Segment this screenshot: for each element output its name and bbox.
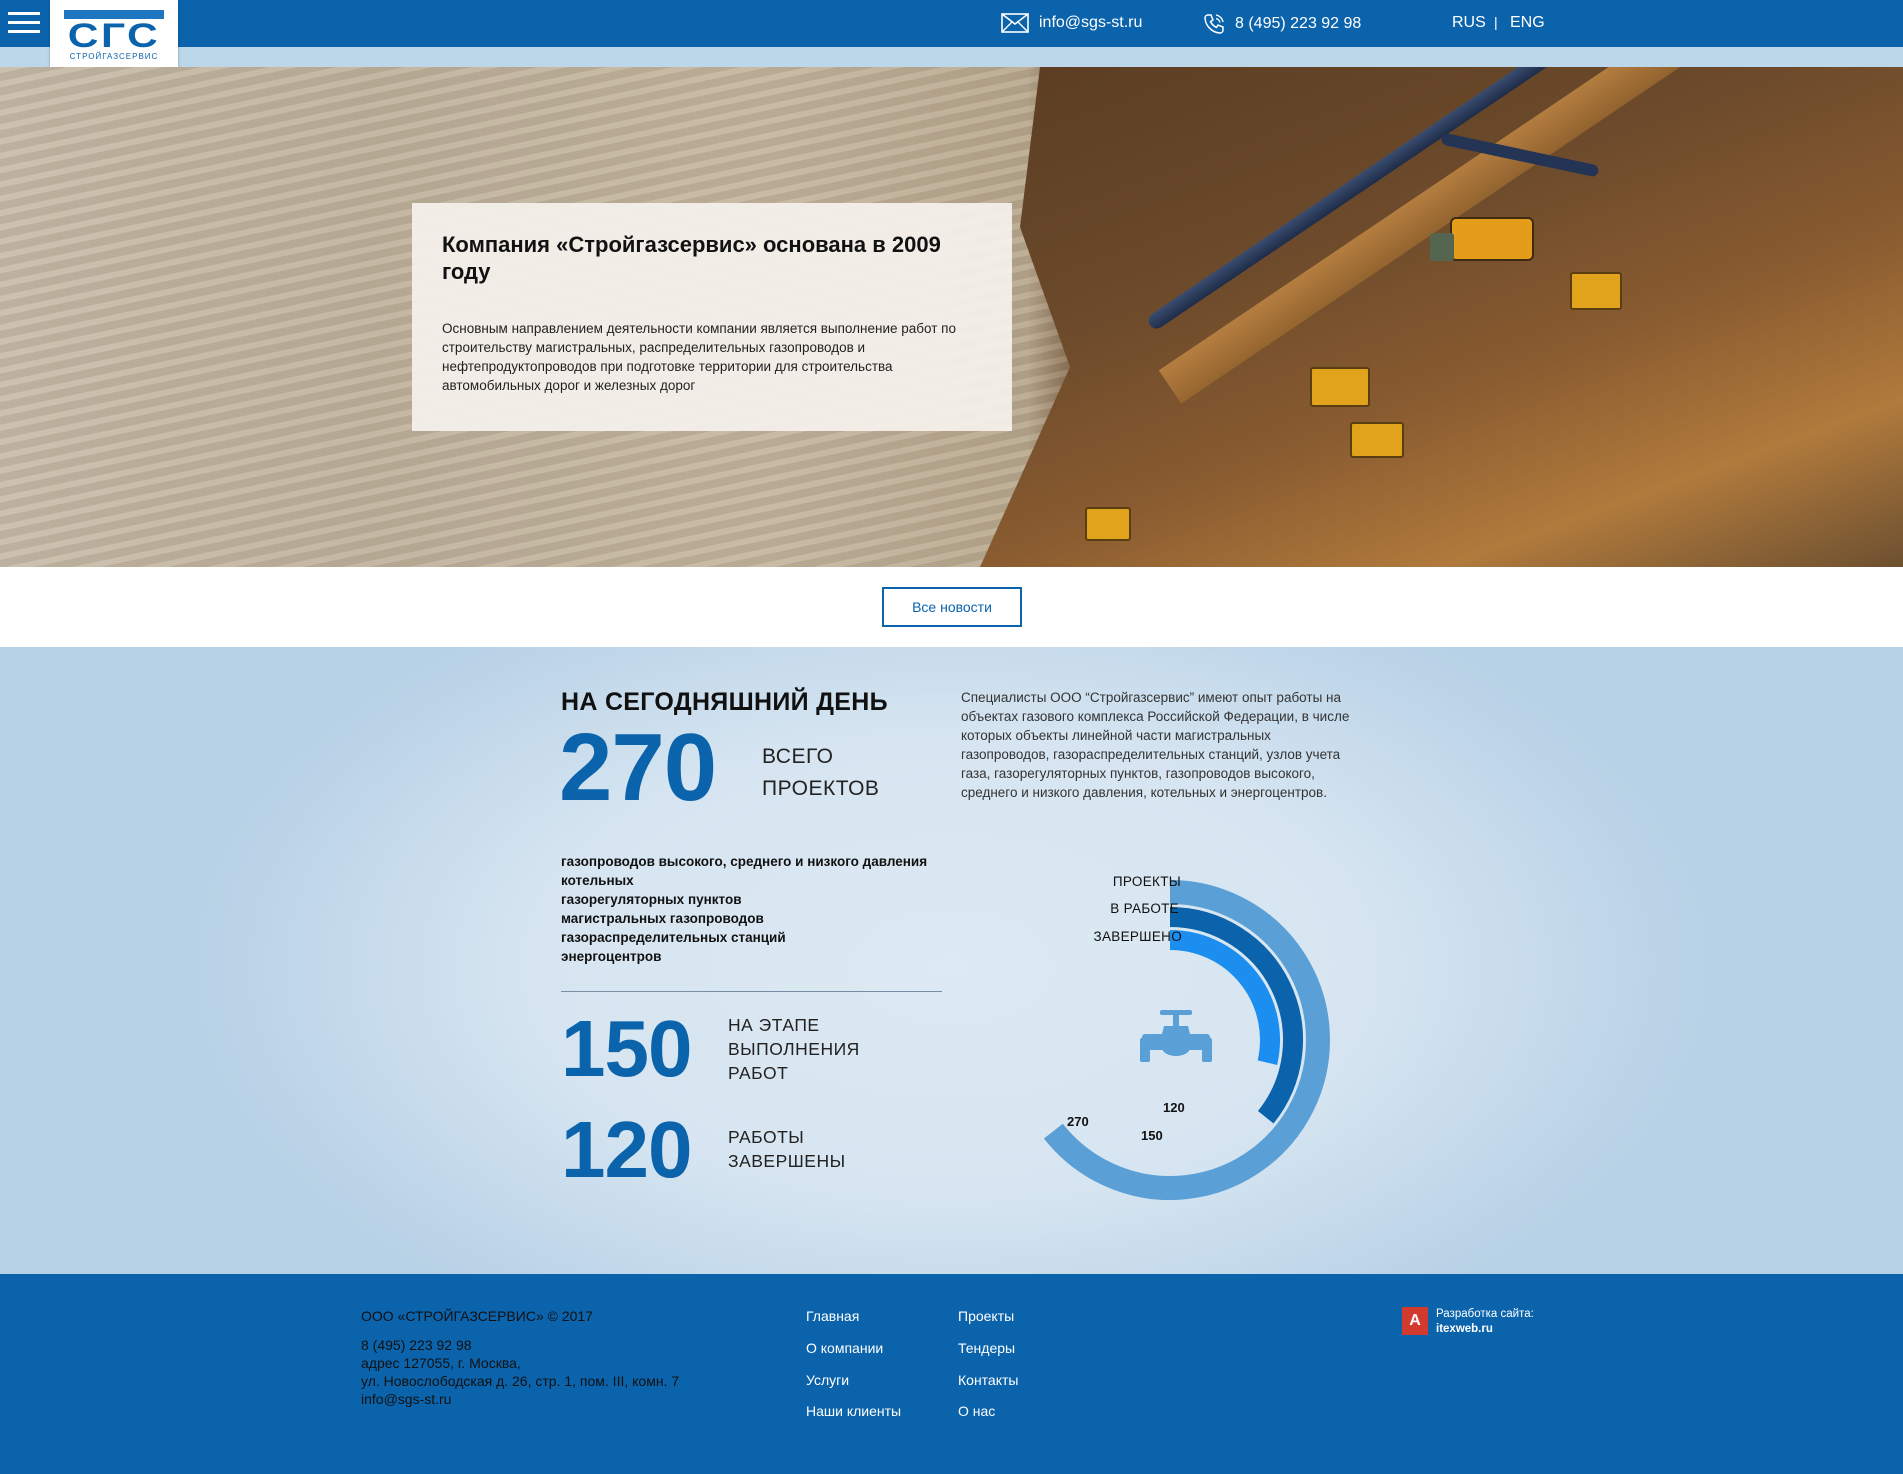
lang-rus[interactable]: RUS	[1452, 14, 1486, 32]
developer-text: Разработка сайта: itexweb.ru	[1436, 1307, 1534, 1337]
intro-text: Основным направлением деятельности компа…	[442, 321, 956, 393]
stats-divider	[561, 991, 942, 992]
pipe-valve-icon	[1140, 1010, 1212, 1062]
footer-nav-clients[interactable]: Наши клиенты	[806, 1403, 901, 1419]
intro-card: Компания «Стройгазсервис» основана в 200…	[412, 203, 1012, 431]
donut-label-projects: ПРОЕКТЫ	[1112, 874, 1181, 889]
in-progress-label-2: ВЫПОЛНЕНИЯ	[728, 1039, 860, 1059]
stats-title: НА СЕГОДНЯШНИЙ ДЕНЬ	[561, 688, 888, 716]
footer-nav-tenders[interactable]: Тендеры	[958, 1340, 1015, 1356]
footer-nav-contacts[interactable]: Контакты	[958, 1372, 1018, 1388]
all-news-button[interactable]: Все новости	[882, 587, 1022, 627]
lang-separator: |	[1494, 14, 1498, 30]
footer-email[interactable]: info@sgs-st.ru	[361, 1390, 679, 1408]
developer-site[interactable]: itexweb.ru	[1436, 1322, 1534, 1337]
completed-label-1: РАБОТЫ	[728, 1127, 805, 1147]
footer-nav-about[interactable]: О компании	[806, 1340, 883, 1356]
project-type-item: газораспределительных станций	[561, 930, 786, 945]
in-progress-number: 150	[561, 1004, 692, 1093]
total-projects-label-1: ВСЕГО	[762, 745, 834, 768]
total-projects-number: 270	[559, 714, 717, 821]
footer-nav-about-us[interactable]: О нас	[958, 1403, 995, 1419]
stats-description: Специалисты ООО “Стройгазсервис” имеют о…	[961, 690, 1350, 800]
completed-label-2: ЗАВЕРШЕНЫ	[728, 1151, 846, 1171]
footer-address-line-1: адрес 127055, г. Москва,	[361, 1355, 521, 1371]
in-progress-label-1: НА ЭТАПЕ	[728, 1015, 820, 1035]
project-type-item: котельных	[561, 873, 634, 888]
logo-mark: СГС	[67, 17, 161, 55]
phone-icon	[1204, 14, 1224, 34]
footer-copyright: ООО «СТРОЙГАЗСЕРВИС» © 2017	[361, 1308, 593, 1324]
donut-value-projects: 270	[1067, 1114, 1089, 1129]
site-logo[interactable]: СГС СТРОЙГАЗСЕРВИС	[50, 0, 178, 67]
intro-title: Компания «Стройгазсервис» основана в 200…	[442, 232, 941, 284]
stats-section	[0, 647, 1903, 1274]
footer-nav-projects[interactable]: Проекты	[958, 1308, 1014, 1324]
footer-contacts: 8 (495) 223 92 98 адрес 127055, г. Москв…	[361, 1336, 679, 1408]
hero-vehicle-pipelayer	[1310, 367, 1370, 407]
developer-logo-icon: A	[1402, 1307, 1428, 1335]
donut-value-completed: 120	[1163, 1100, 1185, 1115]
header-phone-text: 8 (495) 223 92 98	[1235, 15, 1362, 32]
footer-nav-home[interactable]: Главная	[806, 1308, 859, 1324]
donut-label-completed: ЗАВЕРШЕНО	[1093, 929, 1182, 944]
project-type-item: магистральных газопроводов	[561, 911, 764, 926]
developer-label: Разработка сайта:	[1436, 1308, 1534, 1320]
header-phone[interactable]: 8 (495) 223 92 98	[1203, 13, 1361, 35]
developer-credit[interactable]: A Разработка сайта: itexweb.ru	[1402, 1307, 1534, 1337]
lang-eng[interactable]: ENG	[1510, 14, 1545, 32]
in-progress-label-3: РАБОТ	[728, 1063, 789, 1083]
top-bar	[0, 0, 1903, 47]
project-types-list: газопроводов высокого, среднего и низког…	[561, 852, 927, 966]
header-email[interactable]: info@sgs-st.ru	[1001, 13, 1142, 33]
header-email-text: info@sgs-st.ru	[1039, 14, 1143, 31]
hero-vehicle-tractor	[1350, 422, 1404, 458]
site-footer	[0, 1274, 1903, 1474]
footer-phone[interactable]: 8 (495) 223 92 98	[361, 1336, 679, 1354]
footer-nav-services[interactable]: Услуги	[806, 1372, 849, 1388]
donut-value-in-progress: 150	[1141, 1128, 1163, 1143]
envelope-icon	[1001, 13, 1029, 33]
header-sub-bar	[0, 47, 1903, 67]
hero-vehicle-excavator	[1570, 272, 1622, 310]
project-type-item: энергоцентров	[561, 949, 662, 964]
logo-subtitle: СТРОЙГАЗСЕРВИС	[69, 52, 159, 61]
project-type-item: газорегуляторных пунктов	[561, 892, 742, 907]
footer-address-line-2: ул. Новослободская д. 26, стр. 1, пом. I…	[361, 1373, 680, 1389]
donut-label-in-progress: В РАБОТЕ	[1110, 901, 1179, 916]
completed-number: 120	[561, 1105, 692, 1194]
hero-vehicle-crane	[1085, 507, 1131, 541]
hamburger-menu-icon[interactable]	[8, 12, 40, 34]
project-type-item: газопроводов высокого, среднего и низког…	[561, 854, 928, 869]
hero-vehicle-bus	[1430, 217, 1534, 261]
total-projects-label-2: ПРОЕКТОВ	[762, 777, 880, 800]
